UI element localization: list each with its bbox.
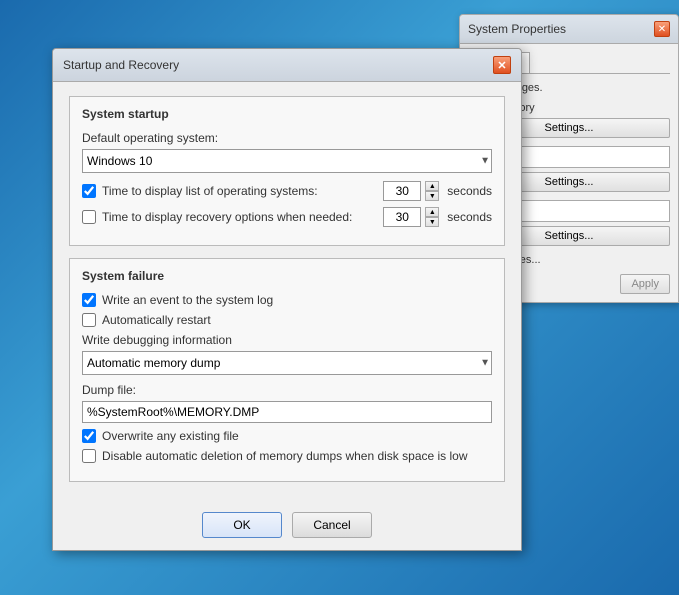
- write-event-row: Write an event to the system log: [82, 293, 492, 307]
- time-display-checkbox[interactable]: [82, 184, 96, 198]
- ok-button[interactable]: OK: [202, 512, 282, 538]
- time-recovery-spinner: 30 ▲ ▼: [383, 207, 439, 227]
- disable-auto-label: Disable automatic deletion of memory dum…: [102, 449, 468, 463]
- time-recovery-row: Time to display recovery options when ne…: [82, 207, 492, 227]
- time-recovery-spinner-btns: ▲ ▼: [425, 207, 439, 227]
- time-display-input[interactable]: 30: [383, 181, 421, 201]
- dialog-body: System startup Default operating system:…: [53, 82, 521, 504]
- auto-restart-label: Automatically restart: [102, 313, 211, 327]
- dialog-titlebar: Startup and Recovery ✕: [53, 49, 521, 82]
- debug-info-row: Automatic memory dump ▼: [82, 351, 492, 375]
- dialog-footer: OK Cancel: [53, 504, 521, 550]
- default-os-label: Default operating system:: [82, 131, 492, 145]
- time-display-down-button[interactable]: ▼: [425, 191, 439, 201]
- time-display-up-button[interactable]: ▲: [425, 181, 439, 191]
- debug-info-label: Write debugging information: [82, 333, 492, 347]
- overwrite-row: Overwrite any existing file: [82, 429, 492, 443]
- debug-info-select[interactable]: Automatic memory dump: [82, 351, 492, 375]
- system-props-titlebar: System Properties ✕: [460, 15, 678, 44]
- dump-file-label: Dump file:: [82, 383, 492, 397]
- disable-auto-row: Disable automatic deletion of memory dum…: [82, 449, 492, 463]
- system-props-close-button[interactable]: ✕: [654, 21, 670, 37]
- time-recovery-down-button[interactable]: ▼: [425, 217, 439, 227]
- failure-section: System failure Write an event to the sys…: [69, 258, 505, 482]
- time-display-seconds-label: seconds: [447, 184, 492, 198]
- time-recovery-label: Time to display recovery options when ne…: [102, 210, 377, 224]
- auto-restart-row: Automatically restart: [82, 313, 492, 327]
- startup-section: System startup Default operating system:…: [69, 96, 505, 246]
- time-recovery-up-button[interactable]: ▲: [425, 207, 439, 217]
- default-os-select[interactable]: Windows 10: [82, 149, 492, 173]
- dialog-title: Startup and Recovery: [63, 58, 179, 72]
- cancel-button[interactable]: Cancel: [292, 512, 372, 538]
- default-os-row: Windows 10 ▼: [82, 149, 492, 173]
- startup-recovery-dialog: Startup and Recovery ✕ System startup De…: [52, 48, 522, 551]
- time-display-row: Time to display list of operating system…: [82, 181, 492, 201]
- time-display-label: Time to display list of operating system…: [102, 184, 377, 198]
- time-recovery-checkbox[interactable]: [82, 210, 96, 224]
- time-display-spinner: 30 ▲ ▼: [383, 181, 439, 201]
- default-os-dropdown-wrapper[interactable]: Windows 10 ▼: [82, 149, 492, 173]
- overwrite-checkbox[interactable]: [82, 429, 96, 443]
- write-event-checkbox[interactable]: [82, 293, 96, 307]
- disable-auto-checkbox[interactable]: [82, 449, 96, 463]
- time-display-spinner-btns: ▲ ▼: [425, 181, 439, 201]
- time-recovery-seconds-label: seconds: [447, 210, 492, 224]
- auto-restart-checkbox[interactable]: [82, 313, 96, 327]
- startup-section-label: System startup: [82, 107, 492, 121]
- sp-apply-button[interactable]: Apply: [620, 274, 670, 294]
- dialog-close-button[interactable]: ✕: [493, 56, 511, 74]
- time-recovery-input[interactable]: 30: [383, 207, 421, 227]
- overwrite-label: Overwrite any existing file: [102, 429, 239, 443]
- dump-file-input[interactable]: [82, 401, 492, 423]
- write-event-label: Write an event to the system log: [102, 293, 273, 307]
- debug-info-dropdown-wrapper[interactable]: Automatic memory dump ▼: [82, 351, 492, 375]
- failure-section-label: System failure: [82, 269, 492, 283]
- system-props-title: System Properties: [468, 22, 566, 36]
